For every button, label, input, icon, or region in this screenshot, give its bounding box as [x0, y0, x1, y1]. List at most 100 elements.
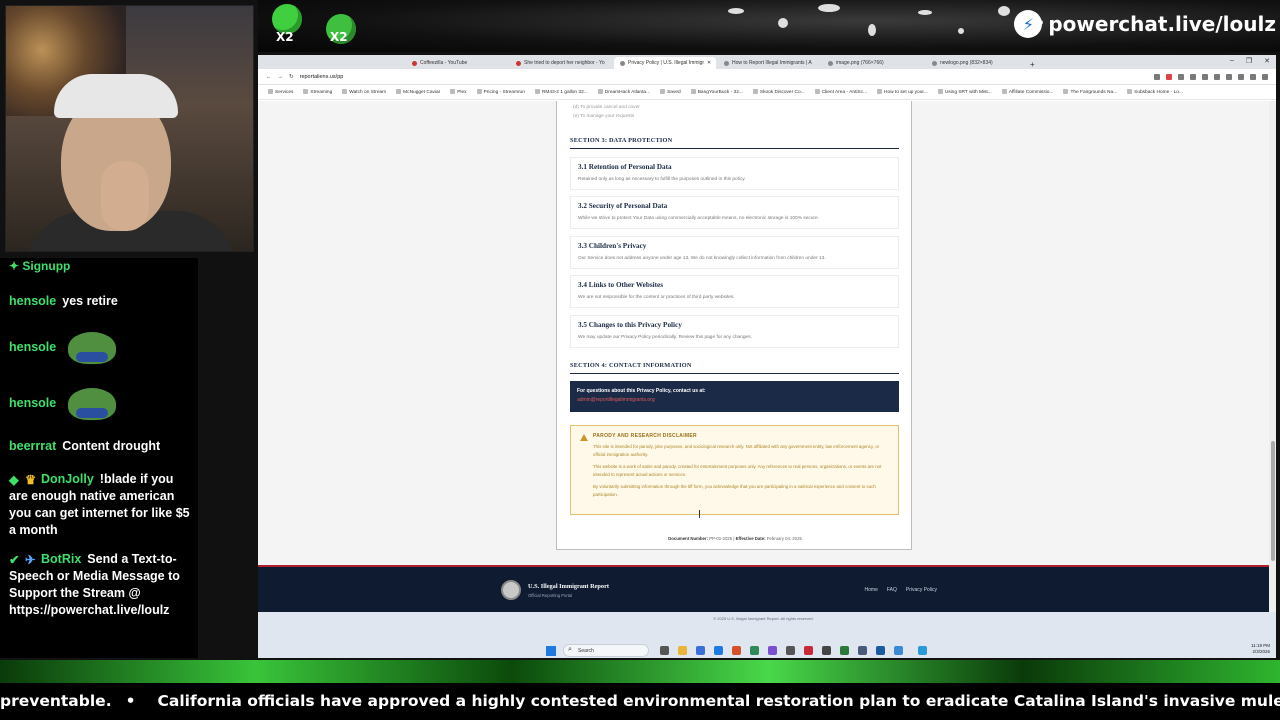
contact-email-link[interactable]: admin@reportillegalimmigrants.org	[577, 397, 892, 403]
app-icon[interactable]	[876, 646, 885, 655]
bookmark-item[interactable]: Pricing - Streamrun	[476, 89, 525, 95]
bookmark-item[interactable]: Streaming	[303, 89, 332, 95]
browser-tab[interactable]: image.png (766×766)	[822, 57, 924, 69]
news-ticker: preventable. • California officials have a…	[0, 683, 1280, 720]
page-favicon-icon	[620, 60, 625, 66]
app-icon[interactable]	[858, 646, 867, 655]
maximize-button[interactable]: ❐	[1246, 57, 1252, 65]
close-window-button[interactable]: ✕	[1264, 57, 1270, 65]
bookmark-item[interactable]: DreamHack Atlanta...	[597, 89, 650, 95]
extension-icon[interactable]	[1214, 73, 1220, 80]
folder-icon	[268, 89, 273, 94]
ticker-glow-decoration	[0, 660, 1280, 685]
contact-label: For questions about this Privacy Policy,…	[577, 388, 706, 394]
steam-icon[interactable]	[822, 646, 831, 655]
system-tray-clock[interactable]: 11:19 PM 2/3/2026	[1251, 643, 1270, 655]
bookmark-item[interactable]: RM43-2 1 gallon 32...	[534, 89, 588, 95]
browser-tab[interactable]: newlogo.png (832×834)	[926, 57, 1028, 69]
browser-tab-active[interactable]: Privacy Policy | U.S. Illegal Immigr ✕	[614, 57, 716, 69]
app-icon[interactable]	[894, 646, 903, 655]
footer-link-privacy[interactable]: Privacy Policy	[906, 587, 937, 593]
chat-username: hensole	[9, 340, 57, 355]
chat-username: BotRix	[41, 552, 82, 566]
emote-count: X2	[276, 30, 294, 44]
image-favicon-icon	[932, 60, 937, 66]
bookmark-item[interactable]: BangYourBuck - 32...	[690, 89, 743, 95]
minimize-button[interactable]: –	[1230, 57, 1234, 65]
bookmark-item[interactable]: Subsback Home - Lo...	[1127, 89, 1183, 95]
share-icon[interactable]	[1154, 73, 1160, 80]
footer-tagline: Official Reporting Portal	[528, 593, 573, 598]
reload-icon[interactable]: ↻	[289, 74, 294, 80]
browser-tab[interactable]: Coffeezilla - YouTube	[406, 57, 508, 69]
extension-icon[interactable]	[1226, 73, 1232, 80]
subsection-body: Our Service does not address anyone unde…	[578, 256, 826, 261]
subsection-card: 3.2 Security of Personal Data While we s…	[570, 196, 899, 229]
footer-link-faq[interactable]: FAQ	[887, 587, 897, 593]
extension-icon[interactable]	[1202, 73, 1208, 80]
site-icon	[937, 89, 943, 94]
bookmark-item[interactable]: The Fairgrounds Na...	[1063, 89, 1117, 95]
subsection-title: 3.5 Changes to this Privacy Policy	[578, 321, 682, 329]
xbox-icon[interactable]	[840, 646, 849, 655]
app-icon[interactable]	[804, 646, 813, 655]
bookmark-item[interactable]: Watch on Stream	[342, 89, 386, 95]
subsection-body: Retained only as long as necessary to fu…	[578, 177, 746, 182]
app-icon[interactable]	[714, 646, 723, 655]
scrollbar-thumb[interactable]	[1271, 441, 1275, 561]
app-icon[interactable]	[918, 646, 927, 655]
bookmark-item[interactable]: Services	[268, 89, 293, 95]
app-icon[interactable]	[696, 646, 705, 655]
webcam-feed	[5, 5, 254, 252]
bookmark-item[interactable]: Affiliate Commissio...	[1001, 89, 1053, 95]
brave-shield-icon[interactable]	[1166, 73, 1172, 80]
chat-username: hensole	[9, 294, 57, 308]
browser-tab[interactable]: How to Report Illegal Immigrants | A	[718, 57, 820, 69]
bookmark-item[interactable]: Skook Discover Co...	[752, 89, 805, 95]
brave-browser-icon[interactable]	[732, 646, 741, 655]
extension-icon[interactable]	[1178, 73, 1184, 80]
chat-message: hensole yes retire	[9, 293, 192, 310]
bookmark-item[interactable]: McNugget Caviar	[396, 89, 440, 95]
forward-icon[interactable]: →	[278, 74, 284, 80]
warning-icon	[580, 434, 588, 441]
taskbar-search[interactable]: Search	[563, 644, 649, 657]
brand-text: powerchat.live/loulz	[1048, 12, 1276, 36]
chat-username: hensole	[9, 396, 57, 411]
footer-link-home[interactable]: Home	[865, 587, 878, 593]
disclaimer-paragraph: By voluntarily submitting information th…	[593, 484, 876, 497]
folder-icon	[396, 89, 402, 94]
window-controls: – ❐ ✕	[1230, 57, 1270, 65]
extension-icon[interactable]	[1190, 73, 1196, 80]
app-icon[interactable]	[750, 646, 759, 655]
bookmark-item[interactable]: Plex	[450, 89, 467, 95]
diamond-badge-icon: ◆	[9, 473, 19, 487]
menu-icon[interactable]	[1262, 73, 1268, 80]
bookmark-item[interactable]: Saved	[660, 89, 681, 95]
back-icon[interactable]: ←	[266, 74, 272, 80]
obs-icon[interactable]	[786, 646, 795, 655]
stream-layout: X2 X2 ⚡ powerchat.live/loulz ✦ Signupp h…	[0, 0, 1280, 720]
close-tab-icon[interactable]: ✕	[707, 60, 711, 66]
new-tab-button[interactable]: +	[1030, 60, 1040, 69]
bookmark-item[interactable]: How to set up your...	[877, 89, 928, 95]
contact-box: For questions about this Privacy Policy,…	[570, 381, 899, 412]
site-icon	[1063, 89, 1069, 94]
chat-username: DonJolly	[41, 472, 94, 486]
extension-icon[interactable]	[1238, 73, 1244, 80]
browser-tab[interactable]: She tried to deport her neighbor - Yo	[510, 57, 612, 69]
chat-badge-icon: ✦	[9, 259, 23, 273]
extension-icon[interactable]	[1250, 73, 1256, 80]
footer-nav: Home FAQ Privacy Policy	[865, 587, 937, 593]
chat-text: yes retire	[62, 294, 118, 308]
url-field[interactable]: reportaliens.us/pp	[300, 74, 344, 80]
site-icon	[752, 89, 758, 94]
task-view-icon[interactable]	[660, 646, 669, 655]
page-scrollbar[interactable]	[1269, 101, 1276, 612]
bookmark-item[interactable]: Using SRT with Mist...	[937, 89, 992, 95]
discord-icon[interactable]	[768, 646, 777, 655]
subsection-body: We may update our Privacy Policy periodi…	[578, 335, 752, 340]
bookmark-item[interactable]: Client Area - AntiSc...	[814, 89, 867, 95]
windows-start-icon[interactable]	[546, 646, 556, 656]
file-explorer-icon[interactable]	[678, 646, 687, 655]
